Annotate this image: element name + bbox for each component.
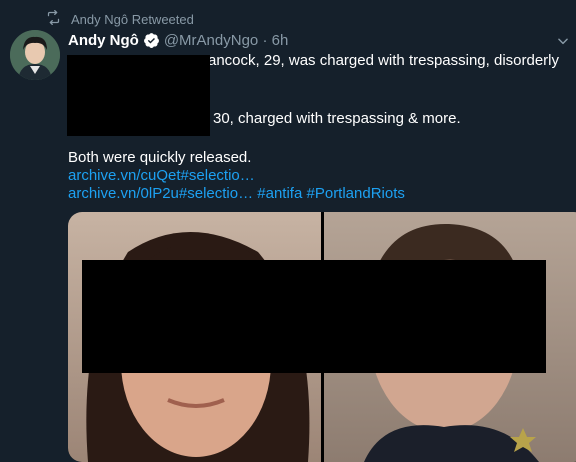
redaction-block-media bbox=[82, 260, 546, 373]
tweet-text-line-1: ancock, 29, was charged with trespassing… bbox=[208, 52, 560, 69]
retweet-label: Andy Ngô Retweeted bbox=[71, 11, 194, 27]
chevron-down-icon[interactable] bbox=[556, 34, 570, 48]
hashtag-antifa[interactable]: #antifa bbox=[257, 185, 302, 202]
verified-badge-icon bbox=[143, 32, 159, 48]
author-name[interactable]: Andy Ngô bbox=[68, 32, 139, 49]
separator-dot: · bbox=[262, 31, 268, 49]
hashtag-portlandriots[interactable]: #PortlandRiots bbox=[307, 185, 405, 202]
tweet-text-line-2: 30, charged with trespassing & more. bbox=[213, 110, 461, 127]
retweet-indicator[interactable]: Andy Ngô Retweeted bbox=[46, 10, 194, 28]
redaction-block-text bbox=[67, 55, 210, 136]
avatar[interactable] bbox=[10, 30, 60, 80]
author-handle[interactable]: @MrAndyNgo bbox=[164, 32, 258, 49]
link-archive-2[interactable]: archive.vn/0lP2u#selectio… bbox=[68, 185, 253, 202]
timestamp[interactable]: 6h bbox=[272, 32, 289, 49]
retweet-icon bbox=[46, 10, 61, 28]
link-archive-1[interactable]: archive.vn/cuQet#selectio… bbox=[68, 167, 255, 184]
tweet-links-row: archive.vn/0lP2u#selectio… #antifa #Port… bbox=[68, 185, 405, 202]
tweet-header: Andy Ngô @MrAndyNgo · 6h bbox=[68, 30, 288, 50]
tweet-text-line-3: Both were quickly released. bbox=[68, 149, 252, 166]
